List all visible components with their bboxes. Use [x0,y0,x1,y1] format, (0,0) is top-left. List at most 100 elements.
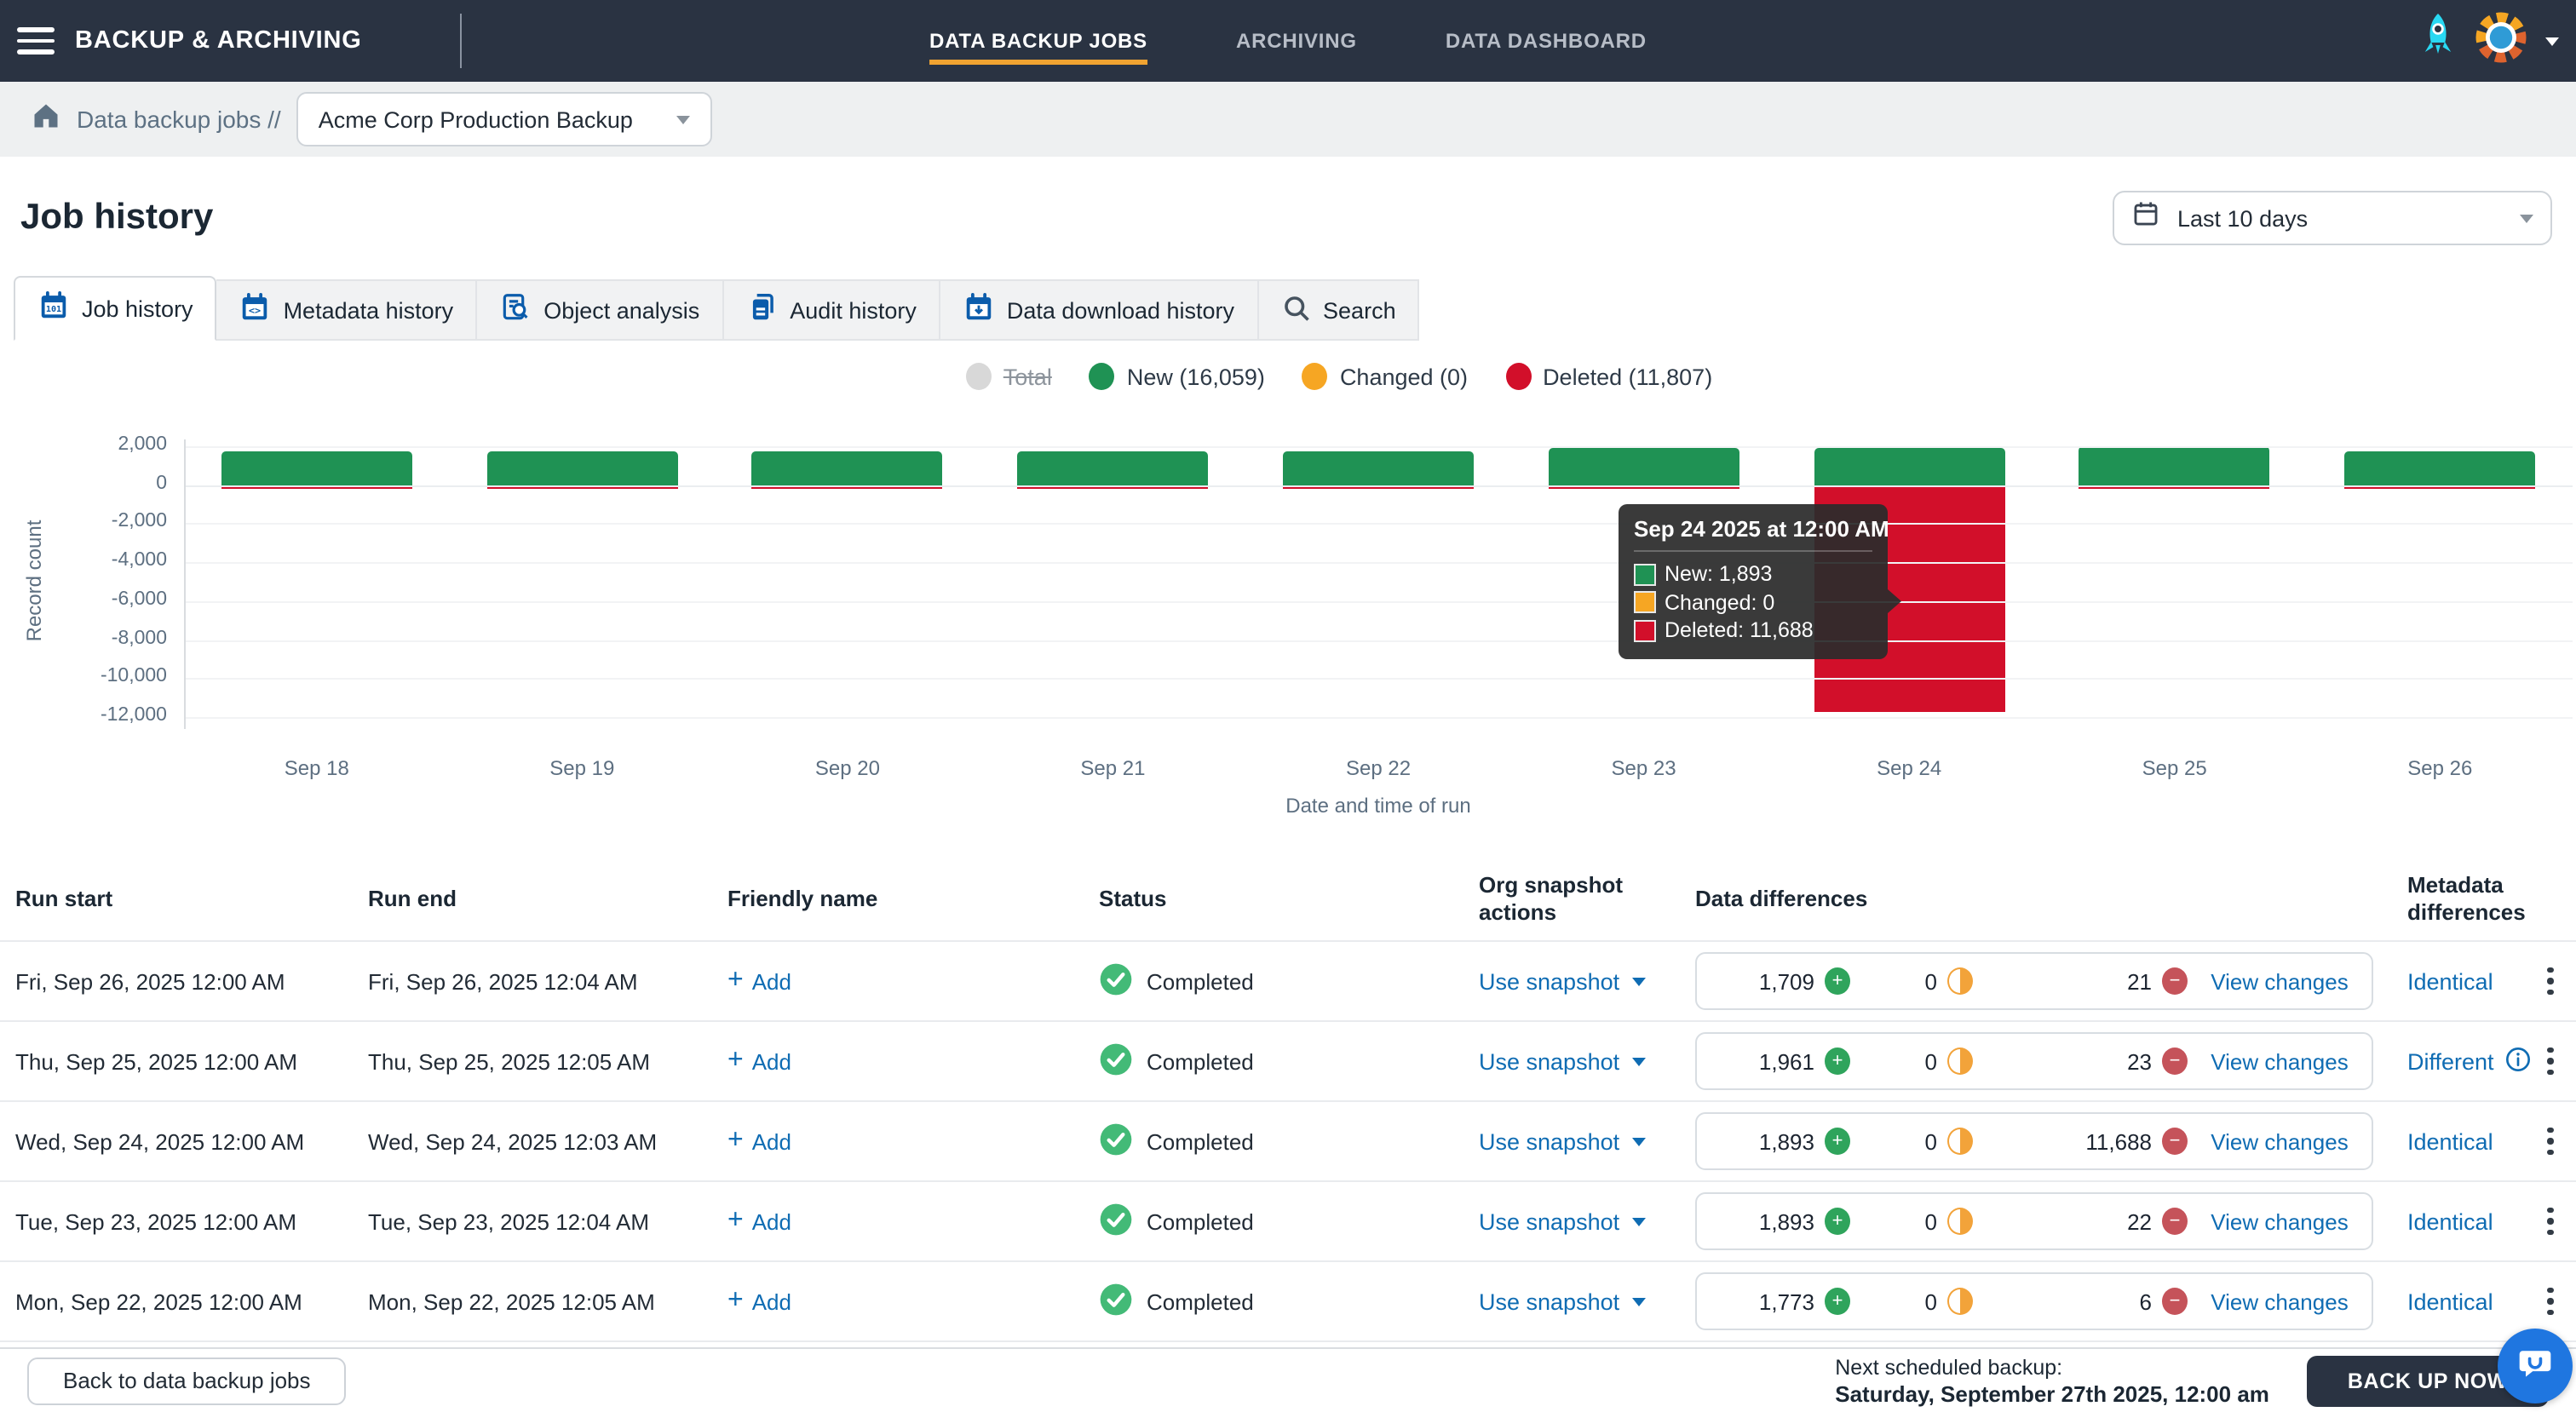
hamburger-menu-icon[interactable] [17,27,55,55]
y-tick-label: -2,000 [0,512,167,532]
table-row: Wed, Sep 24, 2025 12:00 AM Wed, Sep 24, … [0,1100,2576,1180]
data-differences-box: 1,893+ 0 22− View changes [1695,1192,2373,1250]
view-changes-link[interactable]: View changes [2188,1048,2372,1074]
bar-group[interactable] [450,412,716,753]
x-tick-label: Sep 21 [980,756,1246,787]
tooltip-swatch [1634,620,1656,642]
use-snapshot-dropdown[interactable]: Use snapshot [1479,968,1645,994]
job-selector-dropdown[interactable]: Acme Corp Production Backup [296,92,713,146]
completed-check-icon [1099,1202,1133,1241]
add-friendly-name-button[interactable]: +Add [727,1129,791,1155]
new-bar [2344,452,2535,485]
tab-search[interactable]: Search [1258,279,1420,341]
copy-files-icon [745,291,778,329]
row-menu-kebab[interactable] [2537,1280,2563,1323]
changed-badge [1947,1128,1973,1155]
bars [184,412,2573,753]
status-label: Completed [1147,1048,1254,1074]
col-run-start: Run start [15,886,368,913]
date-range-dropdown[interactable]: Last 10 days [2113,191,2552,245]
completed-check-icon [1099,1122,1133,1161]
y-tick-label: 2,000 [0,434,167,455]
tab-audit-history[interactable]: Audit history [723,279,940,341]
col-metadata-differences: Metadata differences [2407,872,2537,927]
bar-group[interactable] [980,412,1246,753]
metadata-differences-link[interactable]: Different [2407,1048,2494,1074]
tab-job-history[interactable]: 101 Job history [14,276,217,341]
snapshot-caret-icon [1631,1217,1645,1225]
view-changes-link[interactable]: View changes [2188,968,2372,994]
run-end-cell: Wed, Sep 24, 2025 12:03 AM [368,1128,727,1154]
changed-badge [1947,967,1973,995]
col-org-snapshot-actions: Org snapshot actions [1479,872,1695,927]
nav-tab-data-dashboard[interactable]: DATA DASHBOARD [1446,18,1647,64]
use-snapshot-dropdown[interactable]: Use snapshot [1479,1289,1645,1314]
tab-label: Search [1323,297,1396,323]
row-menu-kebab[interactable] [2537,1040,2563,1082]
gridline [184,485,2573,486]
bar-group[interactable] [2308,412,2573,753]
table-row: Fri, Sep 26, 2025 12:00 AM Fri, Sep 26, … [0,940,2576,1020]
view-changes-link[interactable]: View changes [2188,1208,2372,1234]
user-menu-caret-icon[interactable] [2545,37,2559,45]
tab-object-analysis[interactable]: Object analysis [477,279,723,341]
legend-item[interactable]: Changed (0) [1302,363,1468,390]
tab-data-download-history[interactable]: Data download history [940,279,1258,341]
settings-gear-logo[interactable] [2474,9,2528,72]
add-label: Add [752,1049,791,1075]
use-snapshot-dropdown[interactable]: Use snapshot [1479,1128,1645,1154]
back-to-jobs-button[interactable]: Back to data backup jobs [27,1357,347,1404]
metadata-differences-link[interactable]: Identical [2407,968,2493,994]
metadata-differences-link[interactable]: Identical [2407,1289,2493,1314]
bar-group[interactable] [1245,412,1511,753]
rocket-icon[interactable] [2419,11,2457,71]
add-friendly-name-button[interactable]: +Add [727,969,791,995]
new-plus-badge: + [1825,1208,1850,1235]
x-tick-label: Sep 19 [450,756,716,787]
chat-widget-button[interactable] [2498,1329,2573,1403]
view-changes-link[interactable]: View changes [2188,1289,2372,1314]
nav-tab-data-backup-jobs[interactable]: DATA BACKUP JOBS [929,18,1147,64]
add-friendly-name-button[interactable]: +Add [727,1209,791,1235]
bar-group[interactable] [2042,412,2308,753]
changed-count: 0 [1925,1289,1937,1314]
add-friendly-name-button[interactable]: +Add [727,1289,791,1315]
add-friendly-name-button[interactable]: +Add [727,1049,791,1075]
view-changes-link[interactable]: View changes [2188,1128,2372,1154]
x-tick-label: Sep 18 [184,756,450,787]
app-window: BACKUP & ARCHIVING DATA BACKUP JOBS ARCH… [0,0,2576,1412]
row-menu-kebab[interactable] [2537,1120,2563,1162]
completed-check-icon [1099,961,1133,1001]
legend-item[interactable]: Deleted (11,807) [1505,363,1712,390]
nav-tab-archiving[interactable]: ARCHIVING [1236,18,1357,64]
data-differences-box: 1,773+ 0 6− View changes [1695,1272,2373,1330]
metadata-differences-link[interactable]: Identical [2407,1128,2493,1154]
use-snapshot-dropdown[interactable]: Use snapshot [1479,1048,1645,1074]
deleted-minus-badge: − [2162,1128,2188,1155]
plus-icon: + [727,970,744,994]
metadata-differences-link[interactable]: Identical [2407,1208,2493,1234]
tooltip-title: Sep 24 2025 at 12:00 AM [1634,516,1872,552]
legend-item[interactable]: New (16,059) [1090,363,1265,390]
deleted-bar [752,486,943,489]
plot-area: Record count Sep 24 2025 at 12:00 AM New… [0,412,2576,753]
deleted-count: 22 [2127,1208,2152,1234]
new-count: 1,961 [1759,1048,1814,1074]
breadcrumb-section[interactable]: Data backup jobs // [77,106,281,133]
deleted-count: 6 [2140,1289,2152,1314]
home-icon[interactable] [31,100,61,139]
run-end-cell: Tue, Sep 23, 2025 12:04 AM [368,1208,727,1234]
bar-group[interactable] [715,412,980,753]
row-menu-kebab[interactable] [2537,1200,2563,1243]
legend-item[interactable]: Total [966,363,1052,390]
row-menu-kebab[interactable] [2537,960,2563,1002]
new-bar [752,452,943,485]
x-axis-ticks: Sep 18Sep 19Sep 20Sep 21Sep 22Sep 23Sep … [184,756,2573,787]
use-snapshot-dropdown[interactable]: Use snapshot [1479,1208,1645,1234]
info-icon[interactable] [2504,1045,2532,1077]
bar-group[interactable] [184,412,450,753]
plus-icon: + [727,1210,744,1234]
tab-metadata-history[interactable]: <> Metadata history [217,279,478,341]
run-start-cell: Fri, Sep 26, 2025 12:00 AM [15,968,368,994]
chart-legend: Total New (16,059) Changed (0) Deleted (11,… [102,354,2576,399]
